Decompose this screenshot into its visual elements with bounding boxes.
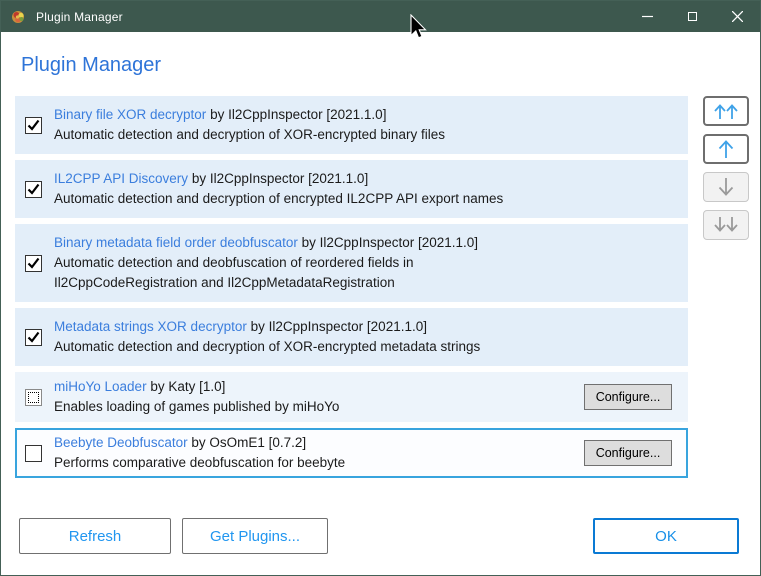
plugin-name-link[interactable]: Beebyte Deobfuscator [54,435,188,450]
plugin-description: Automatic detection and deobfuscation of… [54,255,414,290]
configure-button[interactable]: Configure... [584,440,672,466]
ok-button[interactable]: OK [593,518,739,554]
close-icon [732,11,743,22]
configure-button[interactable]: Configure... [584,384,672,410]
plugin-description: Enables loading of games published by mi… [54,399,340,414]
page-title: Plugin Manager [21,54,162,76]
plugin-row-beebyte-deobfuscator[interactable]: Beebyte Deobfuscator by OsOmE1 [0.7.2] P… [15,428,688,478]
plugin-row-binary-metadata-field-order-deobfuscator[interactable]: Binary metadata field order deobfuscator… [15,224,688,302]
maximize-icon [688,12,697,21]
plugin-checkbox[interactable] [25,180,42,198]
minimize-icon [642,15,653,18]
plugin-name-link[interactable]: Metadata strings XOR decryptor [54,319,247,334]
titlebar: Plugin Manager [1,1,760,32]
plugin-byline: by Il2CppInspector [2021.1.0] [250,319,427,334]
plugin-checkbox[interactable] [25,444,42,462]
move-to-bottom-button[interactable] [703,210,749,240]
double-down-arrow-icon [714,217,738,232]
plugin-byline: by Il2CppInspector [2021.1.0] [210,107,387,122]
plugin-checkbox[interactable] [25,388,42,406]
plugin-row-metadata-strings-xor-decryptor[interactable]: Metadata strings XOR decryptor by Il2Cpp… [15,308,688,366]
app-icon [12,10,24,23]
plugin-name-link[interactable]: IL2CPP API Discovery [54,171,188,186]
plugin-row-il2cpp-api-discovery[interactable]: IL2CPP API Discovery by Il2CppInspector … [15,160,688,218]
plugin-name-link[interactable]: miHoYo Loader [54,379,147,394]
down-arrow-icon [718,178,734,196]
plugin-row-mihoyo-loader[interactable]: miHoYo Loader by Katy [1.0] Enables load… [15,372,688,422]
plugin-checkbox[interactable] [25,254,42,272]
plugin-checkbox[interactable] [25,116,42,134]
minimize-button[interactable] [625,1,670,32]
reorder-controls [703,96,749,248]
plugin-name-link[interactable]: Binary metadata field order deobfuscator [54,235,298,250]
plugin-row-binary-file-xor-decryptor[interactable]: Binary file XOR decryptor by Il2CppInspe… [15,96,688,154]
close-button[interactable] [715,1,760,32]
get-plugins-button[interactable]: Get Plugins... [182,518,328,554]
plugin-description: Performs comparative deobfuscation for b… [54,455,346,470]
plugin-description: Automatic detection and decryption of en… [54,191,504,206]
up-arrow-icon [718,140,734,158]
move-up-button[interactable] [703,134,749,164]
plugin-byline: by OsOmE1 [0.7.2] [191,435,307,450]
checkmark-icon [27,257,40,269]
plugin-name-link[interactable]: Binary file XOR decryptor [54,107,206,122]
plugin-manager-window: Plugin Manager Plugin Manager Binary fil… [0,0,761,576]
plugin-description: Automatic detection and decryption of XO… [54,127,445,142]
move-to-top-button[interactable] [703,96,749,126]
plugin-byline: by Katy [1.0] [150,379,226,394]
refresh-button[interactable]: Refresh [19,518,171,554]
plugin-byline: by Il2CppInspector [2021.1.0] [301,235,479,250]
checkmark-icon [27,331,40,343]
checkmark-icon [27,183,40,195]
plugin-checkbox[interactable] [25,328,42,346]
maximize-button[interactable] [670,1,715,32]
plugin-description: Automatic detection and decryption of XO… [54,339,481,354]
plugin-list: Binary file XOR decryptor by Il2CppInspe… [15,96,688,484]
move-down-button[interactable] [703,172,749,202]
window-title: Plugin Manager [36,9,123,24]
checkmark-icon [27,119,40,131]
plugin-byline: by Il2CppInspector [2021.1.0] [191,171,369,186]
double-up-arrow-icon [714,104,738,119]
